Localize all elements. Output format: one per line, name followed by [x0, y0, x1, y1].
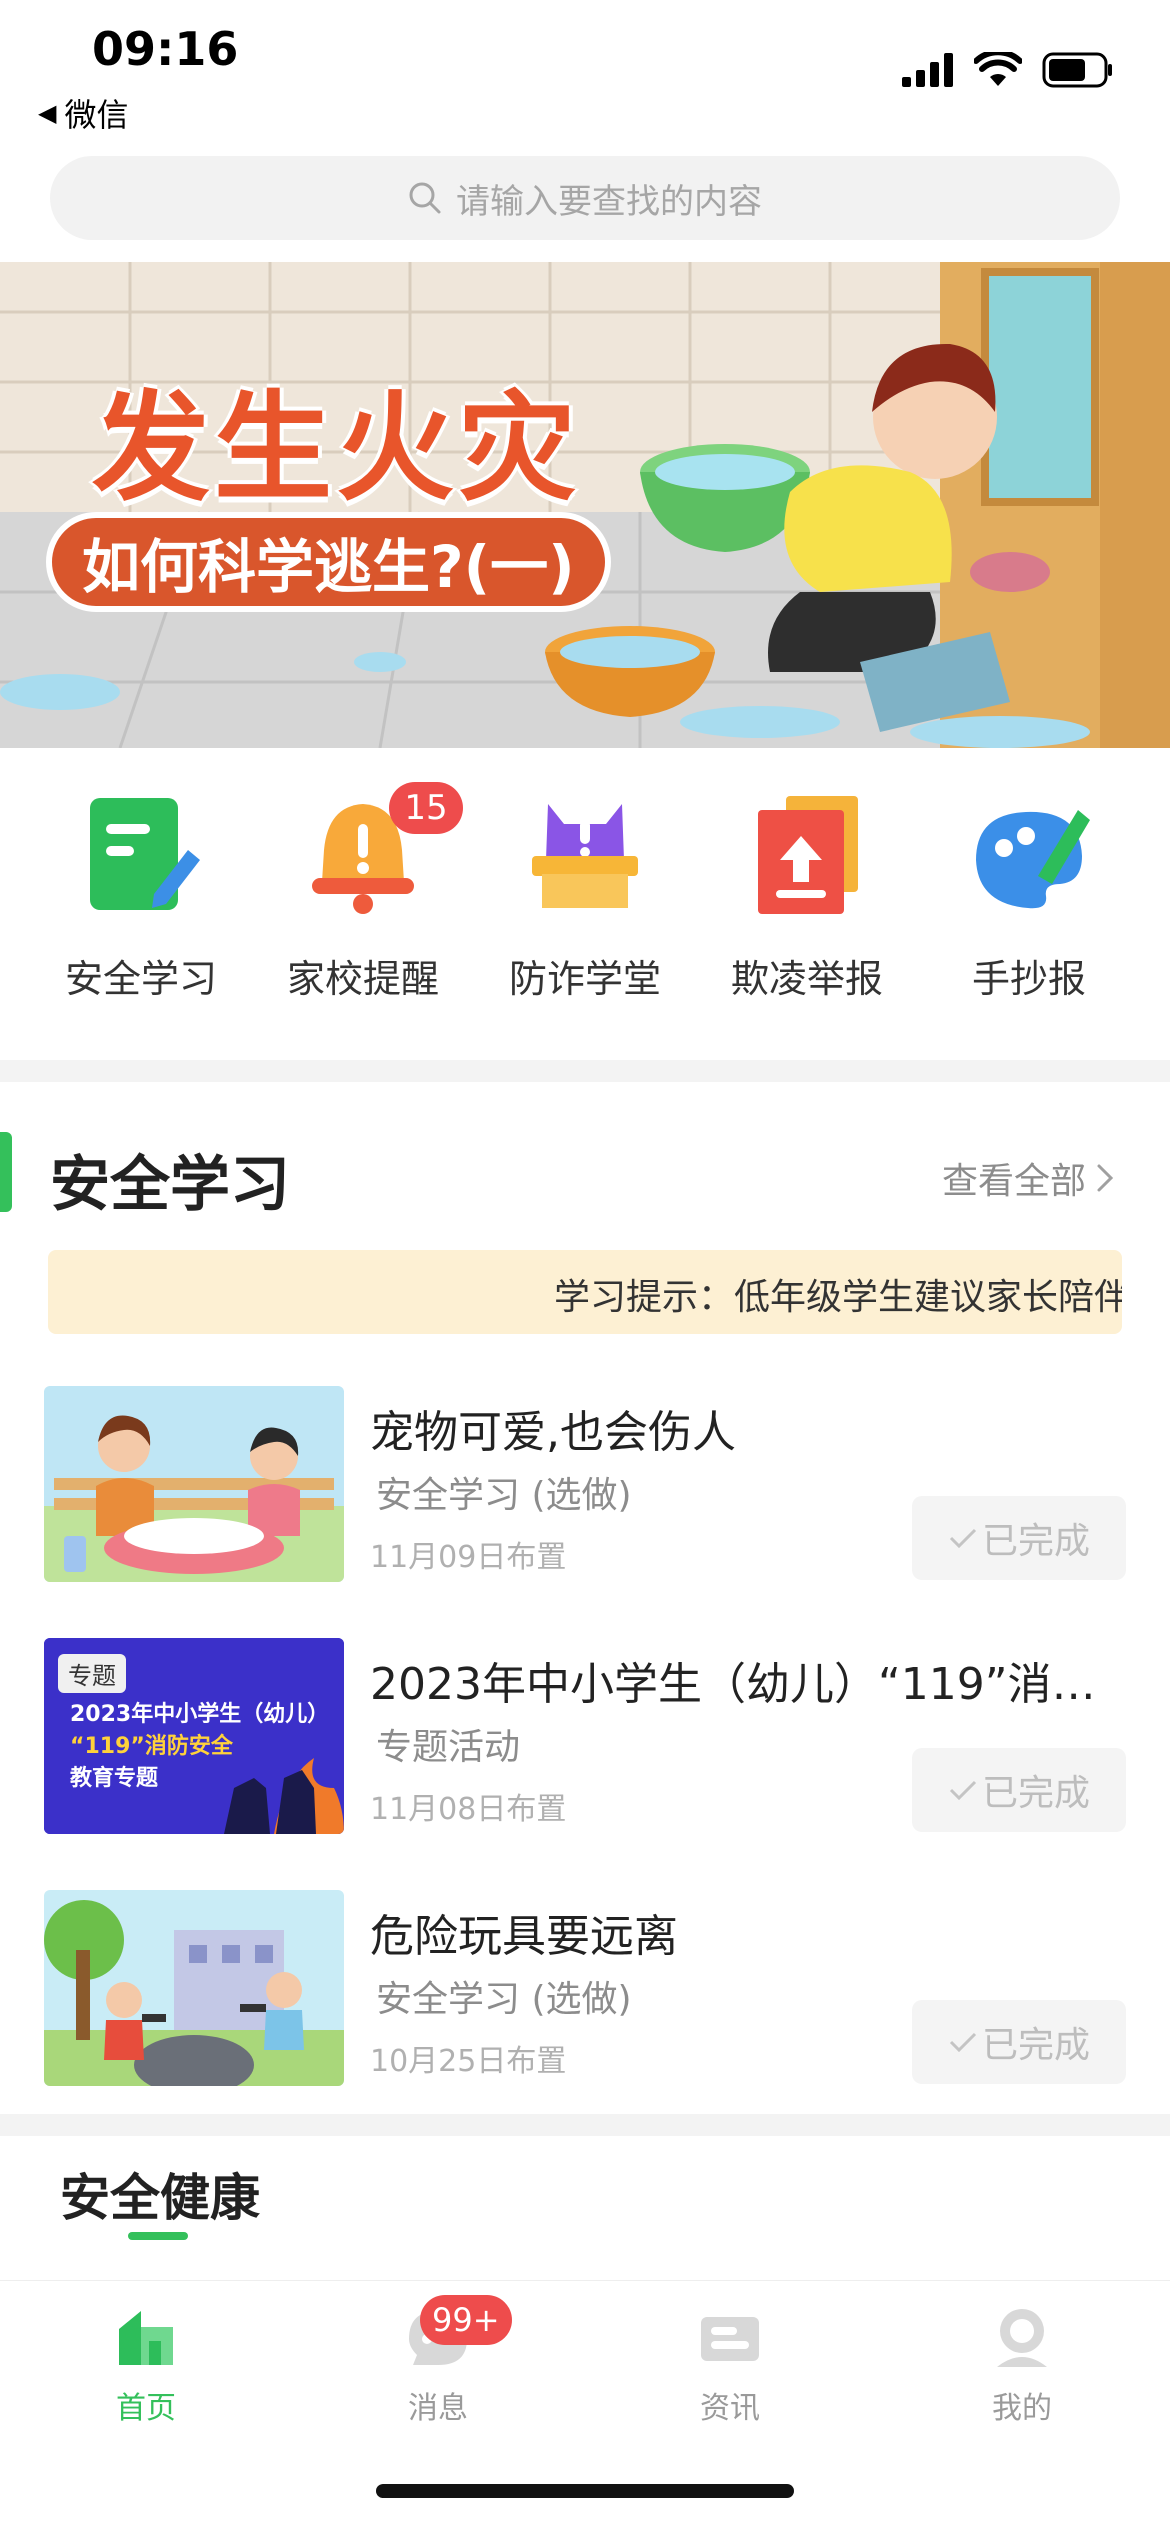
check-icon: [949, 1780, 977, 1801]
item-thumbnail: 专题 2023年中小学生（幼儿） “119”消防安全 教育专题: [44, 1638, 344, 1834]
completed-button[interactable]: 已完成: [912, 1496, 1126, 1580]
item-title: 危险玩具要远离: [370, 1911, 678, 1962]
banner-carousel[interactable]: 发生火灾 如何科学逃生?(一): [0, 262, 1170, 748]
item-type: 安全学习 (选做): [376, 1979, 632, 2020]
home-indicator: [376, 2484, 794, 2498]
signal-icon: [902, 53, 953, 87]
reminder-count-badge: 15: [389, 782, 463, 834]
divider: [0, 1060, 1170, 1082]
menu-label: 安全学习: [64, 957, 217, 1001]
status-bar: 09:16 ◀ 微信: [0, 0, 1170, 150]
study-tip-marquee: 学习提示：低年级学生建议家长陪伴: [48, 1250, 1122, 1334]
quick-menu: 安全学习 15 家校提醒 防诈学堂 欺凌举报 手抄报: [0, 782, 1170, 1020]
menu-label: 手抄报: [971, 957, 1086, 1001]
divider: [0, 2114, 1170, 2136]
see-all-link[interactable]: 查看全部: [942, 1152, 1114, 1204]
tab-home[interactable]: 首页: [46, 2303, 246, 2427]
topic-tag: 专题: [58, 1654, 126, 1693]
profile-icon: [987, 2303, 1057, 2373]
home-icon: [111, 2303, 181, 2373]
tab-news[interactable]: 资讯: [630, 2303, 830, 2427]
completed-label: 已完成: [981, 2025, 1090, 2066]
palette-icon: [964, 790, 1094, 920]
completed-label: 已完成: [981, 1773, 1090, 1814]
search-input[interactable]: 请输入要查找的内容: [50, 156, 1120, 240]
thumb-line: 教育专题: [70, 1766, 159, 1791]
item-date: 11月08日布置: [370, 1792, 567, 1827]
item-thumbnail: [44, 1386, 344, 1582]
item-date: 11月09日布置: [370, 1540, 567, 1575]
item-date: 10月25日布置: [370, 2044, 567, 2079]
check-icon: [949, 1528, 977, 1549]
back-arrow-icon: ◀: [38, 99, 57, 127]
banner-title: 发生火灾: [92, 379, 581, 517]
tab-profile[interactable]: 我的: [922, 2303, 1122, 2427]
report-icon: [742, 790, 872, 920]
status-icons: [902, 52, 1114, 88]
tab-label: 首页: [116, 2391, 176, 2426]
menu-label: 家校提醒: [286, 957, 439, 1001]
tab-label: 我的: [992, 2391, 1052, 2426]
menu-item-safety-study[interactable]: 安全学习: [41, 790, 241, 1020]
back-label: 微信: [64, 96, 129, 134]
thumb-line: “119”消防安全: [70, 1734, 233, 1759]
back-to-wechat[interactable]: ◀ 微信: [38, 90, 128, 136]
battery-icon: [1042, 52, 1112, 88]
list-item[interactable]: 专题 2023年中小学生（幼儿） “119”消防安全 教育专题 2023年中小学…: [44, 1638, 1126, 1834]
check-icon: [949, 2032, 977, 2053]
banner-subtitle: 如何科学逃生?(一): [46, 512, 611, 612]
section2-title[interactable]: 安全健康: [60, 2158, 260, 2230]
section-accent-bar: [0, 1132, 12, 1212]
menu-label: 防诈学堂: [508, 957, 661, 1001]
message-count-badge: 99+: [420, 2295, 512, 2345]
item-title: 2023年中小学生（幼儿）“119”消防…: [370, 1659, 1110, 1710]
list-item[interactable]: 宠物可爱,也会伤人 安全学习 (选做) 11月09日布置 已完成: [44, 1386, 1126, 1582]
menu-item-anti-fraud[interactable]: 防诈学堂: [485, 790, 685, 1020]
menu-item-bullying-report[interactable]: 欺凌举报: [707, 790, 907, 1020]
news-icon: [695, 2303, 765, 2373]
see-all-label: 查看全部: [941, 1161, 1086, 1202]
search-icon: [409, 182, 441, 214]
tab-label: 资讯: [700, 2391, 760, 2426]
anti-fraud-icon: [520, 790, 650, 920]
status-time: 09:16: [92, 22, 239, 76]
study-tip-text: 学习提示：低年级学生建议家长陪伴: [554, 1277, 1122, 1318]
completed-button[interactable]: 已完成: [912, 1748, 1126, 1832]
menu-label: 欺凌举报: [730, 957, 883, 1001]
thumb-line: 2023年中小学生（幼儿）: [70, 1702, 330, 1727]
menu-item-handwritten-paper[interactable]: 手抄报: [929, 790, 1129, 1020]
section-title: 安全学习: [50, 1150, 290, 1220]
item-title: 宠物可爱,也会伤人: [370, 1407, 736, 1458]
chevron-right-icon: [1097, 1164, 1114, 1192]
search-placeholder: 请输入要查找的内容: [456, 181, 762, 222]
completed-button[interactable]: 已完成: [912, 2000, 1126, 2084]
safety-study-icon: [76, 790, 206, 920]
wifi-icon: [974, 52, 1022, 86]
section2-tab-indicator: [128, 2232, 188, 2240]
item-thumbnail: [44, 1890, 344, 2086]
completed-label: 已完成: [981, 1521, 1090, 1562]
tab-label: 消息: [408, 2391, 468, 2426]
list-item[interactable]: 危险玩具要远离 安全学习 (选做) 10月25日布置 已完成: [44, 1890, 1126, 2086]
item-type: 安全学习 (选做): [376, 1475, 632, 1516]
item-type: 专题活动: [376, 1727, 521, 1768]
menu-item-home-school[interactable]: 15 家校提醒: [263, 782, 463, 1020]
